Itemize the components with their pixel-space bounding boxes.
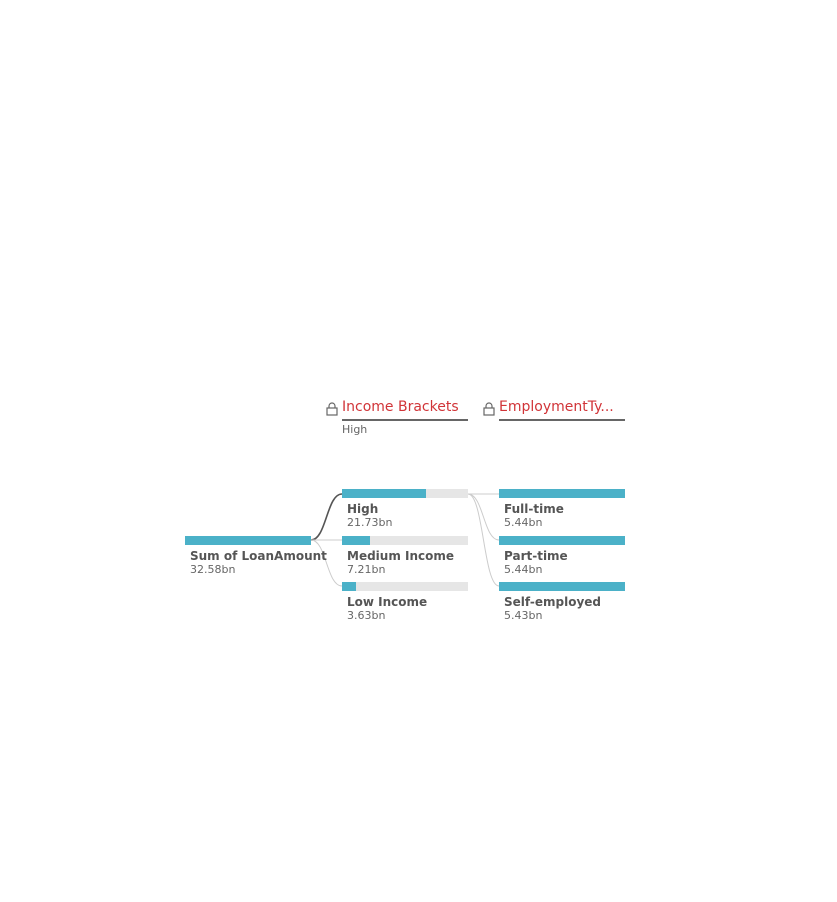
bar-track [499,582,625,591]
bar-fill [342,536,370,545]
node-label: Low Income [347,595,428,609]
node-employment-self-employed[interactable]: Self-employed 5.43bn [499,582,625,622]
node-income-high[interactable]: High 21.73bn [342,489,468,529]
bar-fill [185,536,311,545]
lock-icon[interactable] [326,402,338,416]
root-node[interactable]: Sum of LoanAmount 32.58bn [185,536,327,576]
bar-fill [342,489,427,498]
node-income-medium[interactable]: Medium Income 7.21bn [342,536,468,576]
node-label: Full-time [504,502,564,516]
bar-fill [499,582,625,591]
node-label: Medium Income [347,549,455,563]
bar-track [342,582,468,591]
node-label: Part-time [504,549,568,563]
node-value: 5.44bn [504,516,543,529]
connector-line [310,493,343,541]
node-value: 21.73bn [347,516,393,529]
bar-fill [499,489,625,498]
bar-track [499,536,625,545]
node-value: 5.44bn [504,563,543,576]
node-income-low[interactable]: Low Income 3.63bn [342,582,468,622]
node-value: 7.21bn [347,563,386,576]
bar-fill [342,582,357,591]
connector-line [467,493,500,541]
decomposition-tree: Income Brackets High EmploymentTy... Sum… [0,0,837,902]
bar-track [342,536,468,545]
node-label: Sum of LoanAmount [190,549,327,563]
lock-icon[interactable] [483,402,495,416]
connector-line [467,493,500,587]
node-label: High [347,502,379,516]
level-header-employment-type[interactable]: EmploymentTy... [499,399,625,421]
node-employment-full-time[interactable]: Full-time 5.44bn [499,489,625,529]
bar-track [342,489,468,498]
level-selected-value: High [342,423,368,436]
node-value: 32.58bn [190,563,236,576]
connector-line [310,539,343,587]
node-label: Self-employed [504,595,602,609]
node-employment-part-time[interactable]: Part-time 5.44bn [499,536,625,576]
bar-track [185,536,311,545]
node-value: 5.43bn [504,609,543,622]
connector-lines [310,493,500,587]
node-value: 3.63bn [347,609,386,622]
bar-fill [499,536,625,545]
level-header-income-brackets[interactable]: Income Brackets [342,399,468,421]
bar-track [499,489,625,498]
